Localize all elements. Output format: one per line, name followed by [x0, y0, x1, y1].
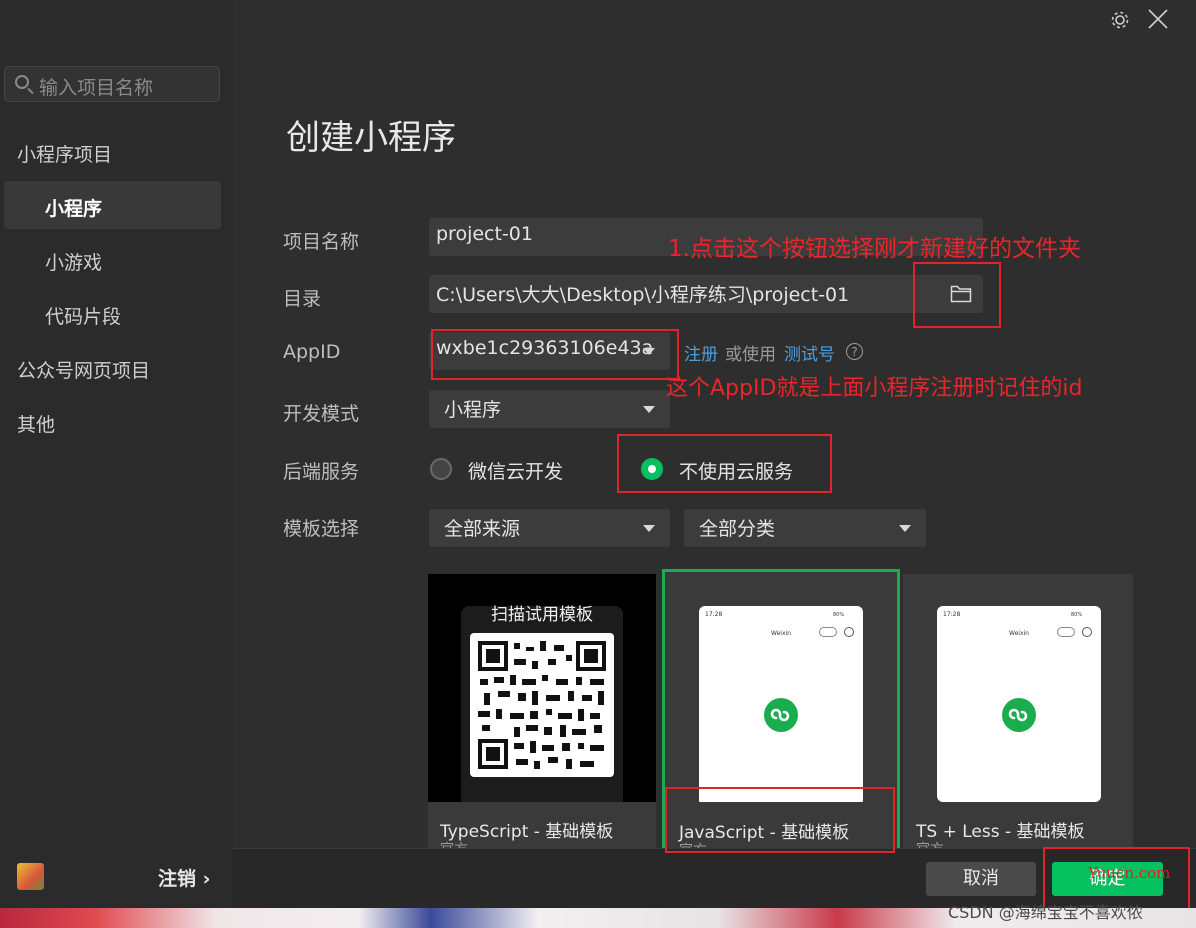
- template-card-ts-less[interactable]: 17:28 80% Weixin TS + Less - 基础模板 官方: [903, 574, 1133, 848]
- annotation-box-folder: [913, 262, 1001, 328]
- directory-input[interactable]: C:\Users\大大\Desktop\小程序练习\project-01: [429, 275, 983, 313]
- project-name-label: 项目名称: [283, 231, 360, 253]
- phone-preview: 17:28 80% Weixin: [937, 606, 1101, 802]
- or-use-text: 或使用: [725, 345, 776, 365]
- site-watermark: Yuucn.com: [1088, 864, 1171, 882]
- phone-time: 17:28: [705, 611, 723, 618]
- chevron-down-icon: [643, 525, 655, 532]
- sidebar-item-miniprogram[interactable]: 小程序: [45, 194, 102, 221]
- search-input[interactable]: 输入项目名称: [39, 73, 153, 100]
- template-sub: 官方: [440, 839, 468, 848]
- phone-battery: 80%: [833, 612, 845, 618]
- logout-button[interactable]: 注销 ›: [158, 864, 210, 891]
- annotation-box-appid: [431, 329, 679, 380]
- annotation-folder-note: 1.点击这个按钮选择刚才新建好的文件夹: [668, 236, 1081, 262]
- sidebar-section-miniprogram[interactable]: 小程序项目: [17, 140, 112, 167]
- capsule-menu-icon: [819, 627, 837, 637]
- template-sub: 官方: [916, 839, 944, 848]
- annotation-box-backend: [617, 434, 832, 493]
- sidebar: 输入项目名称 小程序项目 小程序 小游戏 代码片段 公众号网页项目 其他 注销 …: [0, 0, 233, 908]
- dev-mode-select[interactable]: 小程序: [429, 390, 670, 428]
- qr-code: [470, 633, 614, 777]
- test-account-link[interactable]: 测试号: [784, 340, 835, 365]
- dev-mode-label: 开发模式: [283, 403, 360, 425]
- template-category-select[interactable]: 全部分类: [684, 509, 926, 547]
- backend-label: 后端服务: [283, 461, 360, 483]
- sidebar-item-snippets[interactable]: 代码片段: [45, 302, 121, 329]
- help-icon[interactable]: ?: [846, 343, 863, 360]
- phone-time: 17:28: [943, 611, 961, 618]
- capsule-close-icon: [844, 627, 854, 637]
- search-icon: [15, 75, 29, 89]
- phone-preview: 17:28 80% Weixin: [699, 606, 863, 806]
- register-link[interactable]: 注册: [684, 340, 718, 365]
- template-source-select[interactable]: 全部来源: [429, 509, 670, 547]
- gear-icon[interactable]: [1109, 9, 1131, 31]
- sidebar-item-minigame[interactable]: 小游戏: [45, 248, 102, 275]
- annotation-appid-note: 这个AppID就是上面小程序注册时记住的id: [666, 376, 1083, 401]
- miniprogram-logo-icon: [1002, 698, 1036, 732]
- sidebar-section-web[interactable]: 公众号网页项目: [17, 356, 150, 383]
- logout-label: 注销: [158, 868, 197, 890]
- page-title: 创建小程序: [286, 118, 456, 158]
- radio-wechat-cloud[interactable]: [430, 458, 452, 480]
- phone-battery: 80%: [1071, 612, 1083, 618]
- template-label: 模板选择: [283, 518, 360, 540]
- close-icon[interactable]: [1147, 8, 1169, 30]
- phone-title: Weixin: [1009, 630, 1029, 637]
- miniprogram-logo-icon: [764, 698, 798, 732]
- annotation-box-template: [665, 787, 895, 853]
- scan-text: 扫描试用模板: [491, 605, 593, 625]
- directory-label: 目录: [283, 288, 322, 310]
- template-card-typescript[interactable]: 扫描试用模板 TypeScript - 基础模板: [428, 574, 656, 848]
- csdn-watermark: CSDN @海绵宝宝不喜欢侬: [948, 903, 1143, 922]
- avatar[interactable]: [17, 863, 44, 890]
- sidebar-section-other[interactable]: 其他: [17, 410, 55, 437]
- search-box[interactable]: 输入项目名称: [4, 66, 220, 102]
- capsule-menu-icon: [1057, 627, 1075, 637]
- chevron-down-icon: [899, 525, 911, 532]
- appid-label: AppID: [283, 341, 341, 363]
- radio-wechat-cloud-label[interactable]: 微信云开发: [468, 457, 563, 484]
- capsule-close-icon: [1082, 627, 1092, 637]
- cancel-button[interactable]: 取消: [926, 862, 1036, 896]
- sidebar-active-highlight: [4, 181, 221, 229]
- chevron-down-icon: [643, 406, 655, 413]
- chevron-right-icon: ›: [202, 868, 211, 890]
- phone-title: Weixin: [771, 630, 791, 637]
